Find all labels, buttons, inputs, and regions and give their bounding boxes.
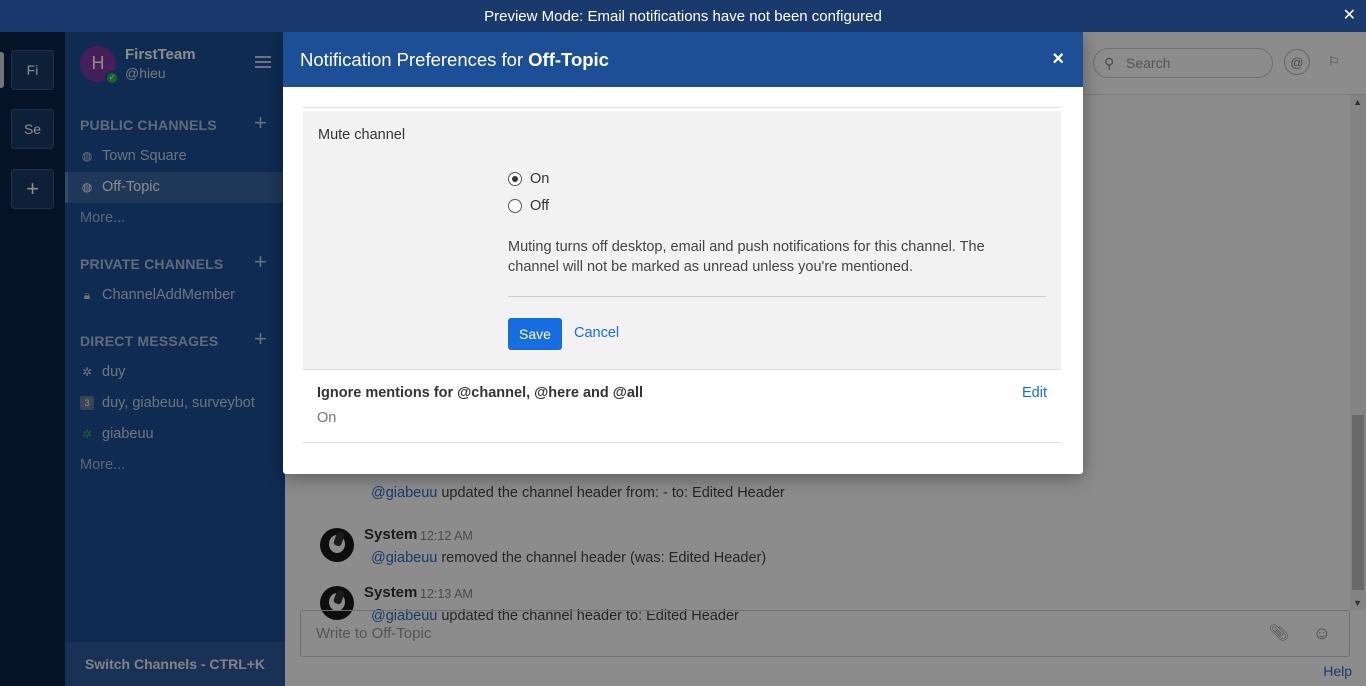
notification-preferences-modal: Notification Preferences for Off-Topic ×…	[283, 32, 1083, 474]
modal-channel-name: Off-Topic	[528, 48, 609, 70]
ignore-mentions-value: On	[317, 410, 337, 426]
ignore-mentions-section: Ignore mentions for @channel, @here and …	[303, 369, 1061, 443]
radio-on[interactable]	[508, 172, 522, 186]
divider	[303, 107, 1061, 108]
radio-label: On	[530, 171, 550, 187]
radio-off[interactable]	[508, 199, 522, 213]
mute-help-text: Muting turns off desktop, email and push…	[508, 239, 985, 275]
preview-mode-banner: Preview Mode: Email notifications have n…	[0, 0, 1366, 32]
modal-body: Mute channel On Off Muting turns off des…	[303, 87, 1063, 474]
ignore-mentions-title: Ignore mentions for @channel, @here and …	[317, 385, 644, 401]
save-button[interactable]: Save	[508, 318, 562, 350]
modal-header: Notification Preferences for Off-Topic ×	[283, 32, 1083, 87]
edit-button[interactable]: Edit	[1022, 385, 1047, 401]
mute-on-option[interactable]: On	[508, 171, 549, 187]
mute-channel-title: Mute channel	[318, 127, 406, 143]
divider	[508, 296, 1046, 297]
banner-text: Preview Mode: Email notifications have n…	[484, 7, 882, 25]
modal-title: Notification Preferences for	[300, 48, 524, 70]
banner-close-icon[interactable]: ✕	[1343, 5, 1356, 25]
mute-off-option[interactable]: Off	[508, 198, 549, 214]
cancel-button[interactable]: Cancel	[574, 325, 619, 341]
radio-label: Off	[530, 198, 550, 214]
close-icon[interactable]: ×	[1052, 48, 1064, 71]
mute-channel-section: Mute channel On Off Muting turns off des…	[303, 111, 1061, 369]
